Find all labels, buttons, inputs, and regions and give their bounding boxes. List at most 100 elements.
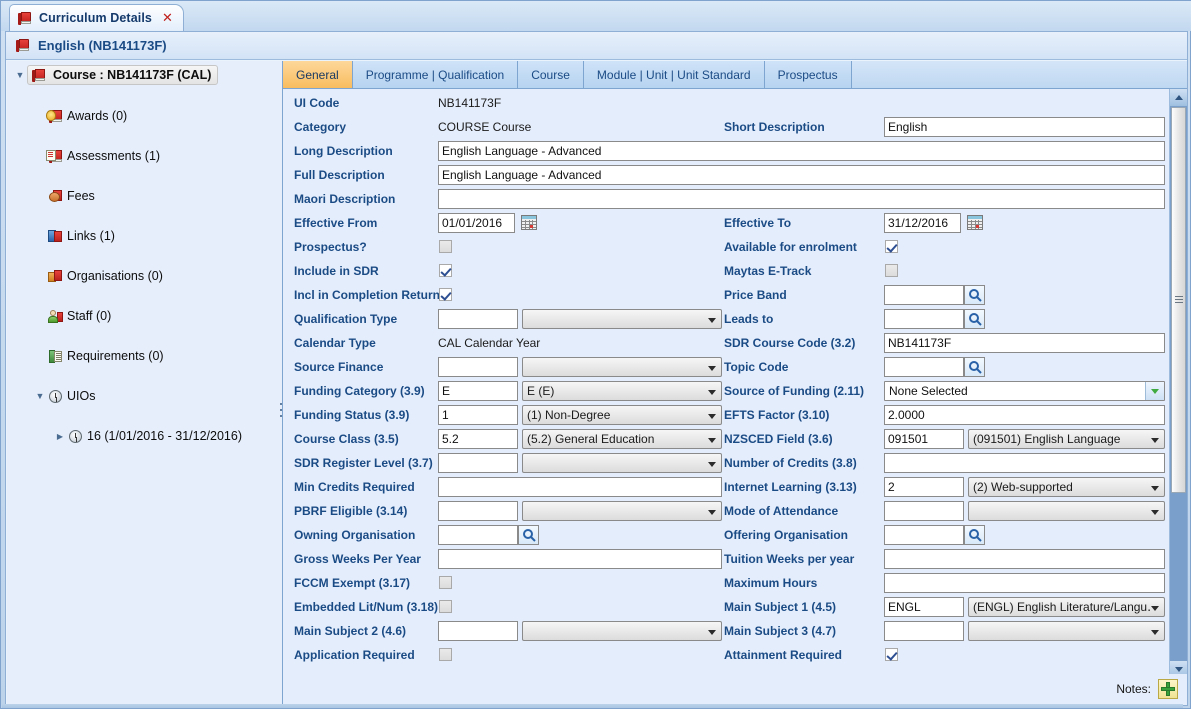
tree-item-awards[interactable]: Awards (0): [46, 106, 282, 126]
tree-item-assessments[interactable]: Assessments (1): [46, 146, 282, 166]
tree-item-organisations[interactable]: Organisations (0): [47, 266, 282, 286]
attainment-required-checkbox[interactable]: [885, 648, 898, 661]
tab-programme-qualification[interactable]: Programme | Qualification: [352, 61, 519, 88]
chevron-down-icon[interactable]: [1145, 382, 1164, 400]
topic-code-input[interactable]: [884, 357, 964, 377]
full-description-label: Full Description: [294, 168, 385, 182]
tab-course[interactable]: Course: [518, 61, 584, 88]
chevron-down-icon[interactable]: [33, 391, 47, 401]
tree-item-uio-period[interactable]: 16 (1/01/2016 - 31/12/2016): [53, 426, 282, 446]
mode-of-attendance-code-input[interactable]: [884, 501, 964, 521]
source-finance-combo[interactable]: [522, 357, 722, 377]
notes-bar: Notes:: [283, 674, 1187, 704]
sdr-register-level-code-input[interactable]: [438, 453, 518, 473]
calendar-type-label: Calendar Type: [294, 336, 376, 350]
number-of-credits-input[interactable]: [884, 453, 1165, 473]
form-fields-area: UI Code NB141173F Category COURSE Course…: [283, 89, 1167, 671]
min-credits-required-input[interactable]: [438, 477, 722, 497]
staff-person-icon: [47, 309, 64, 324]
close-icon[interactable]: ✕: [162, 12, 173, 25]
tree-item-links[interactable]: Links (1): [47, 226, 282, 246]
prospectus-checkbox[interactable]: [439, 240, 452, 253]
assessment-book-icon: [46, 149, 64, 164]
main-subject-2-code-input[interactable]: [438, 621, 518, 641]
scrollbar-thumb[interactable]: [1171, 107, 1186, 493]
chevron-right-icon[interactable]: [53, 431, 67, 441]
topic-code-lookup-button[interactable]: [964, 357, 985, 377]
funding-status-combo[interactable]: (1) Non-Degree: [522, 405, 722, 425]
form-vertical-scrollbar[interactable]: [1169, 89, 1187, 678]
tree-item-fees[interactable]: Fees: [47, 186, 282, 206]
sdr-course-code-input[interactable]: [884, 333, 1165, 353]
maximum-hours-input[interactable]: [884, 573, 1165, 593]
price-band-input[interactable]: [884, 285, 964, 305]
leads-to-lookup-button[interactable]: [964, 309, 985, 329]
long-description-input[interactable]: [438, 141, 1165, 161]
fccm-exempt-checkbox[interactable]: [439, 576, 452, 589]
include-in-sdr-checkbox[interactable]: [439, 264, 452, 277]
pbrf-eligible-combo[interactable]: [522, 501, 722, 521]
effective-to-input[interactable]: [884, 213, 961, 233]
mode-of-attendance-combo[interactable]: [968, 501, 1165, 521]
short-description-input[interactable]: [884, 117, 1165, 137]
add-note-button[interactable]: [1158, 679, 1178, 699]
nzsced-field-code-input[interactable]: [884, 429, 964, 449]
application-required-label: Application Required: [294, 648, 415, 662]
main-subject-3-code-input[interactable]: [884, 621, 964, 641]
tree-item-uios[interactable]: UIOs: [33, 386, 282, 406]
tuition-weeks-per-year-input[interactable]: [884, 549, 1165, 569]
course-class-code-input[interactable]: [438, 429, 518, 449]
incl-completion-return-checkbox[interactable]: [439, 288, 452, 301]
available-for-enrolment-checkbox[interactable]: [885, 240, 898, 253]
offering-organisation-input[interactable]: [884, 525, 964, 545]
leads-to-input[interactable]: [884, 309, 964, 329]
maori-description-input[interactable]: [438, 189, 1165, 209]
tab-module-unit-unit-standard[interactable]: Module | Unit | Unit Standard: [583, 61, 765, 88]
funding-status-code-input[interactable]: [438, 405, 518, 425]
main-subject-2-label: Main Subject 2 (4.6): [294, 624, 407, 638]
owning-organisation-lookup-button[interactable]: [518, 525, 539, 545]
funding-category-code-input[interactable]: [438, 381, 518, 401]
funding-category-combo[interactable]: E (E): [522, 381, 722, 401]
tab-general[interactable]: General: [283, 61, 353, 88]
links-books-icon: [47, 229, 64, 244]
tree-item-label: 16 (1/01/2016 - 31/12/2016): [87, 429, 242, 443]
internet-learning-combo[interactable]: (2) Web-supported: [968, 477, 1165, 497]
tree-item-course-root[interactable]: Course : NB141173F (CAL): [13, 65, 282, 85]
application-required-checkbox[interactable]: [439, 648, 452, 661]
offering-organisation-lookup-button[interactable]: [964, 525, 985, 545]
chevron-down-icon[interactable]: [13, 70, 27, 80]
tab-prospectus[interactable]: Prospectus: [764, 61, 852, 88]
embedded-lit-num-checkbox[interactable]: [439, 600, 452, 613]
qualification-type-code-input[interactable]: [438, 309, 518, 329]
tree-item-label: Organisations (0): [67, 269, 163, 283]
course-class-combo[interactable]: (5.2) General Education: [522, 429, 722, 449]
tab-curriculum-details[interactable]: Curriculum Details ✕: [9, 4, 184, 31]
sdr-register-level-combo[interactable]: [522, 453, 722, 473]
main-subject-1-combo[interactable]: (ENGL) English Literature/Langu․: [968, 597, 1165, 617]
tree-item-requirements[interactable]: Requirements (0): [47, 346, 282, 366]
calendar-icon[interactable]: [521, 215, 537, 230]
price-band-lookup-button[interactable]: [964, 285, 985, 305]
tab-bar-filler: [851, 61, 1187, 88]
main-subject-1-code-input[interactable]: [884, 597, 964, 617]
gross-weeks-per-year-input[interactable]: [438, 549, 722, 569]
source-of-funding-combo[interactable]: None Selected: [884, 381, 1165, 401]
tree-item-staff[interactable]: Staff (0): [47, 306, 282, 326]
internet-learning-code-input[interactable]: [884, 477, 964, 497]
main-subject-3-combo[interactable]: [968, 621, 1165, 641]
application-window: Curriculum Details ✕ English (NB141173F)…: [0, 0, 1191, 709]
qualification-type-combo[interactable]: [522, 309, 722, 329]
source-finance-code-input[interactable]: [438, 357, 518, 377]
short-description-label: Short Description: [724, 120, 825, 134]
pbrf-eligible-code-input[interactable]: [438, 501, 518, 521]
full-description-input[interactable]: [438, 165, 1165, 185]
maytas-etrack-checkbox[interactable]: [885, 264, 898, 277]
main-subject-2-combo[interactable]: [522, 621, 722, 641]
scroll-up-arrow-icon[interactable]: [1170, 89, 1187, 106]
effective-from-input[interactable]: [438, 213, 515, 233]
nzsced-field-combo[interactable]: (091501) English Language: [968, 429, 1165, 449]
calendar-icon[interactable]: [967, 215, 983, 230]
owning-organisation-input[interactable]: [438, 525, 518, 545]
efts-factor-input[interactable]: [884, 405, 1165, 425]
